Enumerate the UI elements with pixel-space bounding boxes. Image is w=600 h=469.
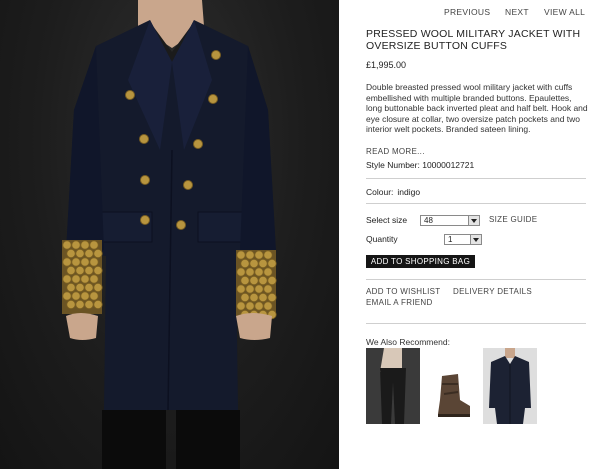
divider bbox=[366, 203, 586, 204]
colour-value: indigo bbox=[397, 187, 421, 197]
coat-illustration bbox=[62, 0, 277, 469]
product-details: PREVIOUS NEXT VIEW ALL PRESSED WOOL MILI… bbox=[366, 0, 590, 469]
delivery-details-link[interactable]: DELIVERY DETAILS bbox=[453, 287, 532, 296]
next-link[interactable]: NEXT bbox=[505, 7, 529, 17]
email-a-friend-link[interactable]: EMAIL A FRIEND bbox=[366, 298, 433, 307]
add-to-shopping-bag-button[interactable]: ADD TO SHOPPING BAG bbox=[366, 255, 475, 268]
chevron-down-icon bbox=[468, 216, 479, 225]
colour-label: Colour: bbox=[366, 187, 394, 197]
recommend-item-shirt[interactable] bbox=[483, 348, 537, 424]
quantity-select-value: 1 bbox=[448, 235, 453, 244]
recommend-item-trousers[interactable] bbox=[366, 348, 420, 424]
cuff-right bbox=[236, 250, 277, 320]
product-title: PRESSED WOOL MILITARY JACKET WITH OVERSI… bbox=[366, 28, 581, 52]
divider bbox=[366, 178, 586, 179]
cuff-left bbox=[62, 240, 103, 314]
style-number: Style Number: 10000012721 bbox=[366, 160, 475, 170]
add-to-wishlist-link[interactable]: ADD TO WISHLIST bbox=[366, 287, 440, 296]
quantity-label: Quantity bbox=[366, 234, 398, 244]
previous-link[interactable]: PREVIOUS bbox=[444, 7, 490, 17]
quantity-select[interactable]: 1 bbox=[444, 234, 482, 245]
size-select-value: 48 bbox=[424, 216, 433, 225]
product-description: Double breasted pressed wool military ja… bbox=[366, 82, 588, 134]
chevron-down-icon bbox=[470, 235, 481, 244]
colour-row: Colour: indigo bbox=[366, 187, 420, 197]
product-price: £1,995.00 bbox=[366, 60, 407, 70]
boots-image bbox=[438, 374, 470, 417]
divider bbox=[366, 323, 586, 324]
view-all-link[interactable]: VIEW ALL bbox=[544, 7, 585, 17]
read-more-link[interactable]: READ MORE... bbox=[366, 147, 425, 156]
shirt-image bbox=[483, 348, 537, 424]
size-select[interactable]: 48 bbox=[420, 215, 480, 226]
size-guide-link[interactable]: SIZE GUIDE bbox=[489, 215, 537, 224]
size-label: Select size bbox=[366, 215, 408, 225]
recommend-heading: We Also Recommend: bbox=[366, 337, 450, 347]
trousers-image bbox=[366, 348, 420, 424]
product-image[interactable] bbox=[0, 0, 339, 469]
divider bbox=[366, 279, 586, 280]
recommend-item-boots[interactable] bbox=[424, 348, 478, 424]
